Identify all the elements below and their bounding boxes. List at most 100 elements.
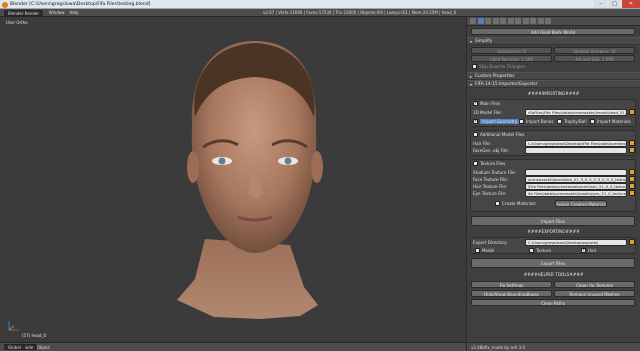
import-files-button[interactable]: Import Files — [471, 216, 635, 226]
properties-tabs — [467, 17, 640, 26]
texture-files-checkbox[interactable] — [473, 161, 478, 166]
folder-icon[interactable] — [629, 140, 635, 146]
hair-texture-input[interactable]: \Fifa Files\data\sceneassets\hair\hair_5… — [525, 183, 627, 190]
facegen-file-input[interactable] — [525, 147, 627, 154]
helper-tools-title: ####HELPER TOOLS#### — [523, 272, 584, 277]
aa-sss-field[interactable]: AA and SSS: 1.000 — [554, 55, 635, 62]
scene-tab-icon[interactable] — [477, 18, 484, 24]
menu-object[interactable]: Object — [37, 345, 50, 350]
window-title: Blender [C:\Users\gregslowa\Desktop\Fifa… — [10, 2, 151, 7]
render-tab-icon[interactable] — [470, 18, 476, 24]
face-texture-input[interactable]: sceneassets\faces\face_51_0_0_0_0_0_0_0_… — [525, 176, 627, 183]
remove-unused-meshes-button[interactable]: Remove Unused Meshes — [554, 290, 635, 297]
folder-icon[interactable] — [629, 109, 635, 115]
eye-texture-input[interactable]: ifa Files\data\sceneassets\heads\eyes_51… — [525, 190, 627, 197]
import-materials-label: Import Materials — [597, 119, 631, 124]
render-engine-selector[interactable]: Blender Render — [4, 9, 44, 16]
world-tab-icon[interactable] — [485, 18, 491, 24]
3d-viewport[interactable]: User Ortho (57) head_0 — [0, 17, 466, 342]
import-bones-label: Import Bones — [526, 119, 554, 124]
export-files-button[interactable]: Export Files — [471, 258, 635, 268]
panel-status: v2.48bfix_mode by arti 3.0 — [467, 342, 640, 351]
assign-materials-button[interactable]: Assign Created Materials — [555, 200, 607, 207]
skip-quad-checkbox[interactable] — [472, 64, 477, 69]
export-texture-label: Texture — [536, 248, 551, 253]
import-geometry-label[interactable]: Import Geometry — [480, 119, 520, 124]
constraints-tab-icon[interactable] — [500, 18, 506, 24]
orientation-selector[interactable]: Global — [4, 344, 25, 350]
texture-tab-icon[interactable] — [530, 18, 536, 24]
physics-tab-icon[interactable] — [545, 18, 551, 24]
export-texture-checkbox[interactable] — [529, 248, 534, 253]
exporting-title: ####EXPORTING#### — [527, 229, 580, 234]
folder-icon[interactable] — [629, 176, 635, 182]
additional-files-checkbox[interactable] — [473, 132, 478, 137]
export-model-checkbox[interactable] — [475, 248, 480, 253]
import-materials-checkbox[interactable] — [590, 119, 595, 124]
object-tab-icon[interactable] — [492, 18, 499, 24]
export-directory-label: Export Directory: — [473, 240, 508, 245]
properties-panel: Add Rigid Body World Simplify Subdivisio… — [466, 17, 640, 351]
import-bones-checkbox[interactable] — [519, 119, 524, 124]
hide-bounding-boxes-button[interactable]: Hide/Show BoundingBoxes — [471, 290, 552, 297]
clean-paths-button[interactable]: Clean Paths — [471, 299, 635, 306]
stadium-texture-label: Stadium Texture File: — [473, 170, 516, 175]
fifa-importer-header[interactable]: FIFA 14-15 Importer/Exporter — [467, 80, 640, 89]
shadow-samples-field[interactable]: Shadow Samples: 16 — [554, 47, 635, 54]
hair-texture-label: Hair Texture File: — [473, 184, 508, 189]
material-tab-icon[interactable] — [522, 18, 529, 24]
axis-gizmo-icon — [8, 321, 18, 331]
custom-properties-header[interactable]: Custom Properties — [467, 72, 640, 81]
export-hair-label: Hair — [588, 248, 597, 253]
texture-files-label: Texture Files — [480, 161, 506, 166]
blender-window: Blender [C:\Users\gregslowa\Desktop\Fifa… — [0, 0, 640, 351]
importing-title: ####IMPORTING#### — [527, 91, 580, 96]
data-tab-icon[interactable] — [515, 18, 521, 24]
folder-icon[interactable] — [629, 169, 635, 175]
folder-icon[interactable] — [629, 239, 635, 245]
viewport-header: View Select Object Object Mode Global — [0, 342, 466, 351]
fix-settings-button[interactable]: Fix Settings — [471, 281, 552, 288]
trophy-ball-checkbox[interactable] — [557, 119, 562, 124]
create-materials-checkbox[interactable] — [495, 201, 500, 206]
subdivision-field[interactable]: Subdivision: 6 — [471, 47, 552, 54]
model-file-input[interactable]: rSaFiles\Fifa Files\data\sceneassets\hea… — [525, 109, 627, 116]
face-texture-label: Face Texture File: — [473, 177, 509, 182]
simplify-header[interactable]: Simplify — [467, 37, 640, 46]
export-model-label: Model — [482, 248, 495, 253]
clean-textures-button[interactable]: Clean Up Textures — [554, 281, 635, 288]
add-rigid-body-world-button[interactable]: Add Rigid Body World — [471, 28, 635, 35]
hair-file-input[interactable]: C:\Users\gregslowa\Desktop\Fifa Files\da… — [525, 140, 627, 147]
skip-quad-label: Skip Quad to Triangles — [479, 64, 525, 69]
maximize-button[interactable]: □ — [608, 0, 621, 8]
minimize-button[interactable]: – — [594, 0, 607, 8]
head-model[interactable] — [0, 17, 466, 342]
trophy-ball-label: Trophy/Ball — [564, 119, 587, 124]
hair-file-label: Hair File: — [473, 141, 491, 146]
export-directory-input[interactable]: C:\Users\gregslowa\Desktop\exports\ — [525, 239, 627, 246]
scene-stats: v2.67 | Verts:11690 | Faces:17536 | Tris… — [263, 10, 457, 15]
folder-icon[interactable] — [629, 183, 635, 189]
active-object-name: (57) head_0 — [22, 333, 47, 338]
additional-files-label: Additional Model Files — [480, 132, 525, 137]
particles-tab-icon[interactable] — [537, 18, 544, 24]
facegen-file-label: FaceGen .obj File: — [473, 148, 509, 153]
child-particles-field[interactable]: Child Particles: 1.000 — [471, 55, 552, 62]
folder-icon[interactable] — [629, 147, 635, 153]
menu-help[interactable]: Help — [69, 10, 78, 15]
stadium-texture-input[interactable] — [525, 169, 627, 176]
close-button[interactable]: ✕ — [622, 0, 640, 8]
main-files-label: Main Files — [480, 101, 501, 106]
window-controls: – □ ✕ — [593, 0, 640, 9]
info-header: File Add Render Window Help Default (i) … — [0, 9, 640, 17]
model-file-label: 3D Model File: — [473, 110, 502, 115]
create-materials-label: Create Materials — [502, 201, 536, 206]
title-bar: Blender [C:\Users\gregslowa\Desktop\Fifa… — [0, 0, 640, 9]
eye-texture-label: Eye Texture File: — [473, 191, 507, 196]
folder-icon[interactable] — [629, 190, 635, 196]
export-hair-checkbox[interactable] — [581, 247, 586, 253]
main-files-checkbox[interactable] — [473, 100, 478, 106]
modifiers-tab-icon[interactable] — [507, 18, 514, 24]
menu-window[interactable]: Window — [49, 10, 65, 15]
import-geometry-checkbox[interactable] — [473, 118, 478, 124]
